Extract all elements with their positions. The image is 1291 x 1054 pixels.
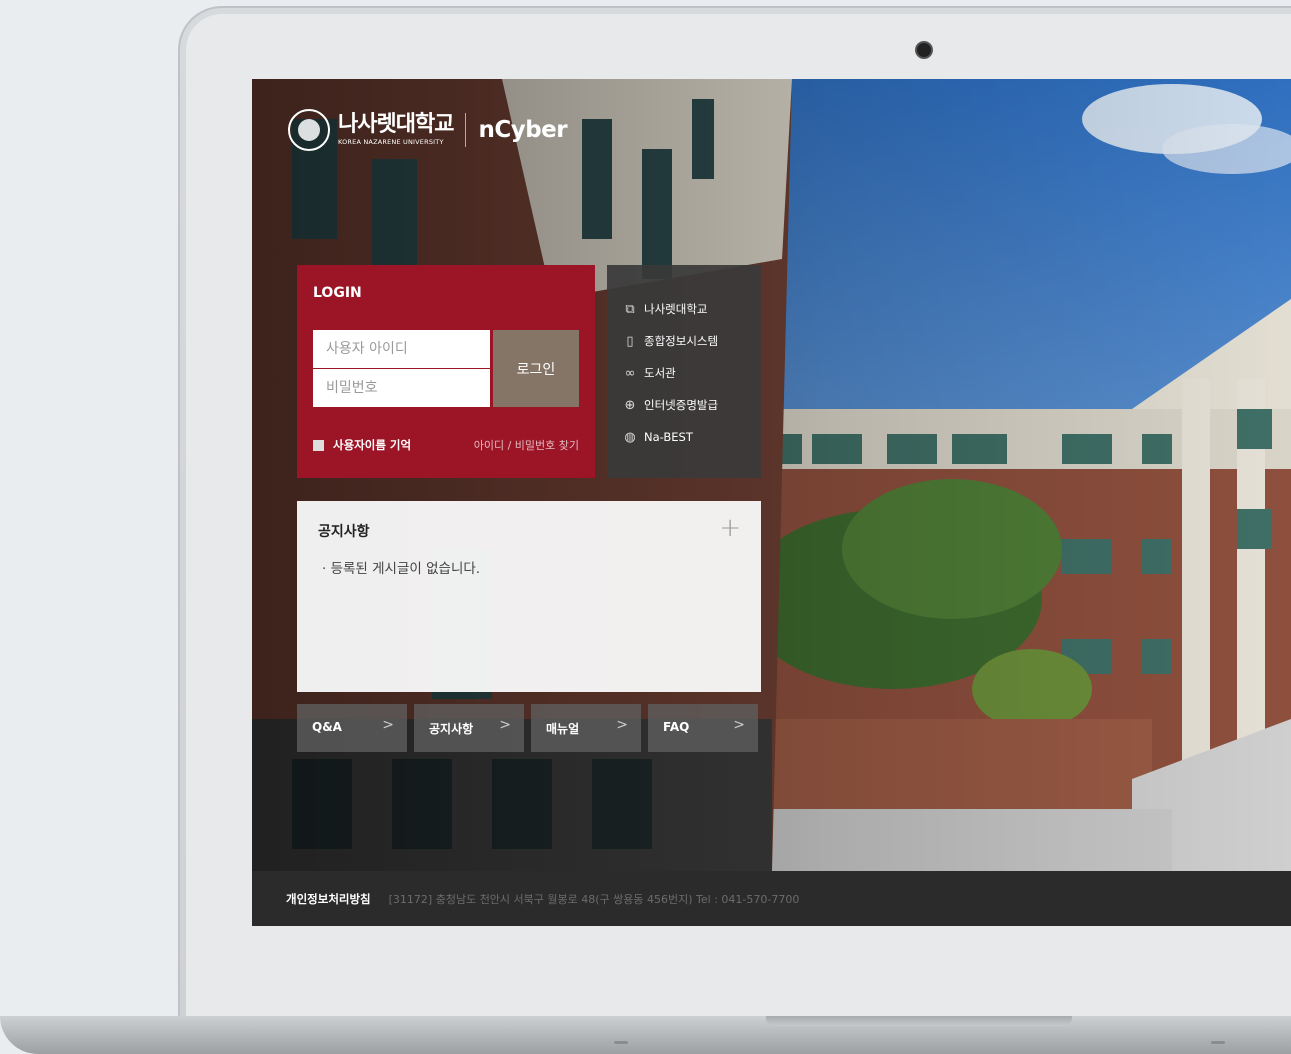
notice-empty-message: · 등록된 게시글이 없습니다. — [322, 561, 481, 577]
notice-panel: 공지사항 + · 등록된 게시글이 없습니다. — [297, 501, 761, 692]
laptop-base — [0, 1016, 1291, 1054]
link-icon: ∞ — [624, 365, 636, 381]
shortcut-label: 나사렛대학교 — [644, 302, 708, 316]
laptop-foot — [614, 1041, 628, 1044]
remember-label: 사용자이름 기억 — [333, 438, 412, 452]
layers-icon: ⧉ — [625, 301, 635, 317]
university-emblem-icon — [288, 109, 330, 151]
tile-label: Q&A — [312, 720, 342, 734]
tile-faq[interactable]: FAQ > — [648, 704, 758, 752]
notice-title: 공지사항 — [318, 524, 370, 540]
quick-links: Q&A > 공지사항 > 매뉴얼 > FAQ > — [297, 704, 758, 752]
shortcut-info-system[interactable]: ▯ 종합정보시스템 — [607, 325, 761, 357]
tile-notice[interactable]: 공지사항 > — [414, 704, 524, 752]
site-name: nCyber — [478, 117, 568, 143]
tile-label: 공지사항 — [429, 722, 474, 736]
login-panel: LOGIN 로그인 사용자이름 기억 아이디 / 비밀번호 찾기 — [297, 265, 595, 478]
university-name: 나사렛대학교 KOREA NAZARENE UNIVERSITY — [338, 112, 454, 147]
chevron-right-icon: > — [382, 717, 394, 733]
tile-label: 매뉴얼 — [546, 722, 580, 736]
footer-address: [31172] 충청남도 천안시 서북구 월봉로 48(구 쌍용동 456번지)… — [388, 892, 800, 906]
site-logo[interactable]: 나사렛대학교 KOREA NAZARENE UNIVERSITY nCyber — [288, 109, 568, 151]
chevron-right-icon: > — [499, 717, 511, 733]
shortcut-certificate[interactable]: ⊕ 인터넷증명발급 — [607, 389, 761, 421]
password-input[interactable] — [313, 369, 490, 407]
logo-divider — [465, 113, 467, 147]
laptop-hinge-notch — [766, 1016, 1072, 1026]
shortcut-label: Na-BEST — [644, 430, 693, 444]
tile-label: FAQ — [663, 720, 690, 734]
shortcut-label: 종합정보시스템 — [644, 334, 719, 348]
screen: 나사렛대학교 KOREA NAZARENE UNIVERSITY nCyber … — [252, 79, 1291, 926]
tile-manual[interactable]: 매뉴얼 > — [531, 704, 641, 752]
shortcut-university[interactable]: ⧉ 나사렛대학교 — [607, 293, 761, 325]
globe-icon: ◍ — [624, 429, 636, 445]
find-id-password-link[interactable]: 아이디 / 비밀번호 찾기 — [474, 437, 579, 453]
shortcut-label: 인터넷증명발급 — [644, 398, 719, 412]
chevron-right-icon: > — [616, 717, 628, 733]
book-icon: ▯ — [626, 333, 634, 349]
camera-icon — [917, 43, 931, 57]
page-footer: 개인정보처리방침 [31172] 충청남도 천안시 서북구 월봉로 48(구 쌍… — [252, 871, 1291, 926]
crosshair-icon: ⊕ — [624, 397, 636, 413]
chevron-right-icon: > — [733, 717, 745, 733]
shortcut-nabest[interactable]: ◍ Na-BEST — [607, 421, 761, 453]
remember-checkbox[interactable] — [313, 439, 324, 451]
privacy-policy-link[interactable]: 개인정보처리방침 — [286, 891, 371, 907]
remember-username[interactable]: 사용자이름 기억 — [313, 437, 411, 453]
university-name-kr: 나사렛대학교 — [338, 112, 454, 138]
login-title: LOGIN — [313, 285, 362, 301]
shortcut-library[interactable]: ∞ 도서관 — [607, 357, 761, 389]
tile-qna[interactable]: Q&A > — [297, 704, 407, 752]
shortcut-label: 도서관 — [644, 366, 676, 380]
user-id-input[interactable] — [313, 330, 490, 368]
plus-icon[interactable]: + — [719, 513, 741, 543]
shortcut-panel: ⧉ 나사렛대학교 ▯ 종합정보시스템 ∞ 도서관 ⊕ 인터넷증명발급 ◍ Na-… — [607, 265, 761, 478]
login-button[interactable]: 로그인 — [493, 330, 579, 407]
university-name-en: KOREA NAZARENE UNIVERSITY — [338, 138, 444, 147]
laptop-foot — [1211, 1041, 1225, 1044]
